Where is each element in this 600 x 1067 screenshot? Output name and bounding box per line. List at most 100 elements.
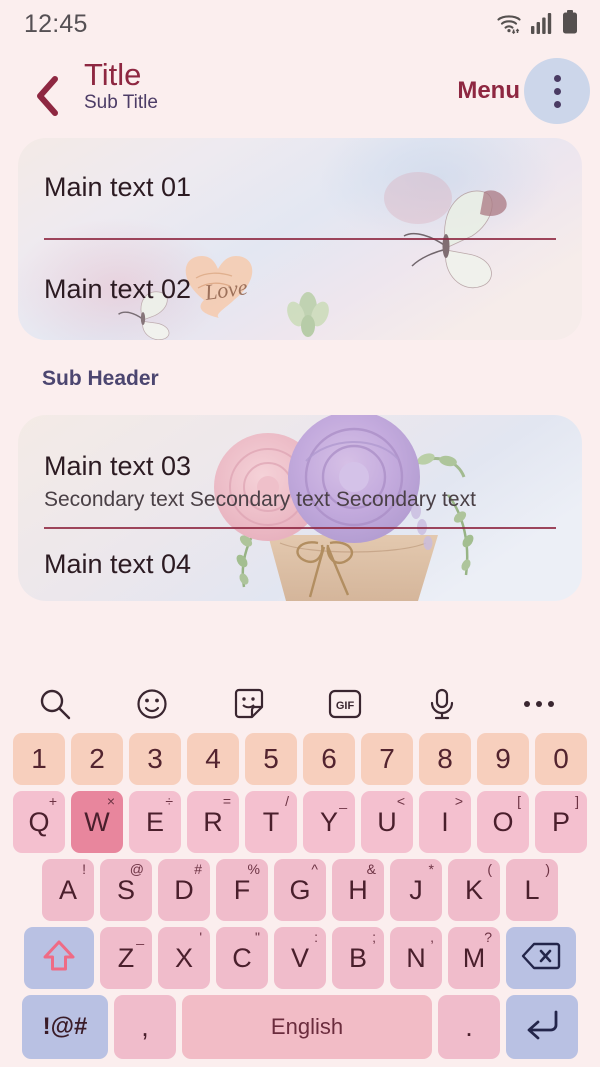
key-t[interactable]: / T <box>245 791 297 853</box>
list-item[interactable]: Main text 04 <box>18 529 582 601</box>
menu-label[interactable]: Menu <box>457 77 520 105</box>
key-label: T <box>262 806 280 837</box>
key-superscript: : <box>314 929 318 945</box>
backspace-key[interactable] <box>506 927 576 989</box>
key-n[interactable]: ,N <box>390 927 442 989</box>
key-label: A <box>58 874 77 905</box>
app-bar-actions: Menu <box>457 58 590 124</box>
key-f[interactable]: % F <box>216 859 268 921</box>
key-v[interactable]: :V <box>274 927 326 989</box>
more-horizontal-icon[interactable] <box>516 681 562 727</box>
key-q[interactable]: + Q <box>13 791 65 853</box>
key-superscript: > <box>454 793 463 809</box>
key-7[interactable]: 7 <box>361 733 413 785</box>
key-l[interactable]: ) L <box>506 859 558 921</box>
battery-icon <box>562 9 578 39</box>
key-2[interactable]: 2 <box>71 733 123 785</box>
key-h[interactable]: & H <box>332 859 384 921</box>
list-item[interactable]: Main text 03 Secondary text Secondary te… <box>18 415 582 527</box>
key-g[interactable]: ^ G <box>274 859 326 921</box>
list-item-main-text: Main text 04 <box>44 549 192 580</box>
key-6[interactable]: 6 <box>303 733 355 785</box>
key-r[interactable]: = R <box>187 791 239 853</box>
key-superscript: ' <box>199 929 202 945</box>
overflow-menu-button[interactable] <box>524 58 590 124</box>
list-item[interactable]: Main text 02 <box>18 240 582 340</box>
key-w[interactable]: × W <box>71 791 123 853</box>
key-label: K <box>464 874 483 905</box>
key-superscript: " <box>255 929 260 945</box>
keyboard-row-bottom: !@# , English . <box>0 995 600 1059</box>
content-area: Love Main text 01 Main text 02 Sub Heade… <box>0 138 600 601</box>
key-superscript: ( <box>487 861 492 877</box>
key-label: C <box>232 942 252 973</box>
key-p[interactable]: ] P <box>535 791 587 853</box>
key-4[interactable]: 4 <box>187 733 239 785</box>
key-b[interactable]: ; B <box>332 927 384 989</box>
symbols-key[interactable]: !@# <box>22 995 108 1059</box>
key-o[interactable]: [O <box>477 791 529 853</box>
back-button[interactable] <box>18 68 76 128</box>
key-superscript: × <box>106 793 115 809</box>
key-m[interactable]: ? M <box>448 927 500 989</box>
key-x[interactable]: ' X <box>158 927 210 989</box>
list-item[interactable]: Main text 01 <box>18 138 582 238</box>
svg-text:GIF: GIF <box>336 700 355 712</box>
key-label: 4 <box>205 743 221 774</box>
key-c[interactable]: " C <box>216 927 268 989</box>
list-item-main-text: Main text 01 <box>44 172 192 203</box>
key-i[interactable]: > I <box>419 791 471 853</box>
key-superscript: % <box>247 861 260 877</box>
space-key[interactable]: English <box>182 995 432 1059</box>
key-9[interactable]: 9 <box>477 733 529 785</box>
emoji-icon[interactable] <box>129 681 175 727</box>
key-0[interactable]: 0 <box>535 733 587 785</box>
microphone-icon[interactable] <box>419 681 465 727</box>
comma-key[interactable]: , <box>114 995 176 1059</box>
key-1[interactable]: 1 <box>13 733 65 785</box>
key-superscript: ÷ <box>165 793 173 809</box>
sticker-icon[interactable] <box>226 681 272 727</box>
key-a[interactable]: ! A <box>42 859 94 921</box>
key-label: 6 <box>321 743 337 774</box>
period-key[interactable]: . <box>438 995 500 1059</box>
keyboard-row-qwerty: + Q × W ÷ E = R / T _ Y < U > I [O ] P <box>0 791 600 853</box>
shift-key[interactable] <box>24 927 94 989</box>
wifi-icon <box>496 12 522 39</box>
gif-icon[interactable]: GIF <box>322 681 368 727</box>
key-label: , <box>141 1011 149 1042</box>
sub-header: Sub Header <box>42 367 159 390</box>
key-j[interactable]: * J <box>390 859 442 921</box>
key-label: 8 <box>437 743 453 774</box>
key-e[interactable]: ÷ E <box>129 791 181 853</box>
key-d[interactable]: # D <box>158 859 210 921</box>
enter-key[interactable] <box>506 995 578 1059</box>
list-card-2: Main text 03 Secondary text Secondary te… <box>18 415 582 601</box>
signal-icon <box>531 12 553 39</box>
key-s[interactable]: @ S <box>100 859 152 921</box>
key-3[interactable]: 3 <box>129 733 181 785</box>
key-label: V <box>290 942 309 973</box>
status-bar: 12:45 <box>0 0 600 48</box>
list-item-main-text: Main text 02 <box>44 274 192 305</box>
key-u[interactable]: < U <box>361 791 413 853</box>
key-label: Q <box>28 806 50 837</box>
key-k[interactable]: (K <box>448 859 500 921</box>
key-label: H <box>348 874 368 905</box>
key-8[interactable]: 8 <box>419 733 471 785</box>
key-label: J <box>409 874 423 905</box>
key-z[interactable]: _ Z <box>100 927 152 989</box>
more-vertical-icon <box>553 74 561 108</box>
key-superscript: ? <box>484 929 492 945</box>
key-label: !@# <box>42 1013 88 1040</box>
backspace-icon <box>521 942 561 975</box>
key-label: 3 <box>147 743 163 774</box>
key-superscript: ! <box>82 861 86 877</box>
key-label: I <box>441 806 449 837</box>
key-5[interactable]: 5 <box>245 733 297 785</box>
key-y[interactable]: _ Y <box>303 791 355 853</box>
key-label: . <box>465 1011 473 1042</box>
key-label: L <box>524 874 540 905</box>
search-icon[interactable] <box>32 681 78 727</box>
key-superscript: * <box>428 861 434 877</box>
